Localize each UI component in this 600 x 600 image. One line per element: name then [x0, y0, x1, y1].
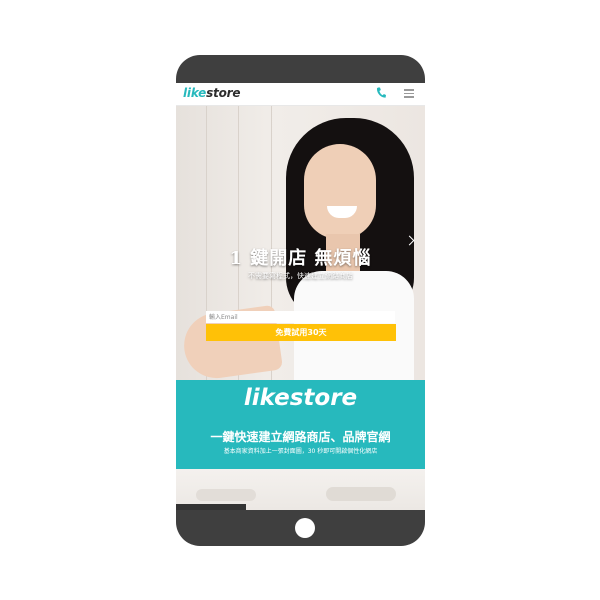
top-nav: likestore	[176, 83, 425, 106]
band-logo: likestore	[243, 385, 358, 411]
band-title: 一鍵快速建立網路商店、品牌官網	[210, 430, 391, 444]
hero-section: 1 鍵開店 無煩惱 不需要寫程式，快速建立網路商店 免費試用30天	[176, 106, 425, 381]
hero-subtitle: 不需要寫程式，快速建立網路商店	[248, 272, 353, 280]
band-subtitle: 基本商家資料加上一張封面圖，30 秒即可開啟個性化網店	[223, 448, 378, 455]
logo-store-text: store	[206, 86, 241, 100]
email-input[interactable]	[206, 311, 395, 323]
hero-title: 1 鍵開店 無煩惱	[229, 248, 372, 269]
free-trial-button[interactable]: 免費試用30天	[206, 324, 396, 341]
hero-photo-face	[304, 144, 376, 239]
site-logo[interactable]: likestore	[183, 86, 241, 100]
preview-image-fragment	[196, 489, 256, 501]
phone-icon[interactable]	[376, 87, 386, 99]
phone-screen: likestore 1 鍵開店 無煩惱 不需要寫程式，快速建立網路商店 免費試用…	[176, 83, 425, 510]
home-button[interactable]	[295, 518, 315, 538]
logo-like-text: like	[183, 86, 207, 100]
preview-dark-strip	[176, 504, 246, 510]
feature-band: likestore 一鍵快速建立網路商店、品牌官網 基本商家資料加上一張封面圖，…	[176, 380, 425, 469]
hamburger-menu-icon[interactable]	[404, 89, 414, 98]
preview-image-fragment	[326, 487, 396, 501]
